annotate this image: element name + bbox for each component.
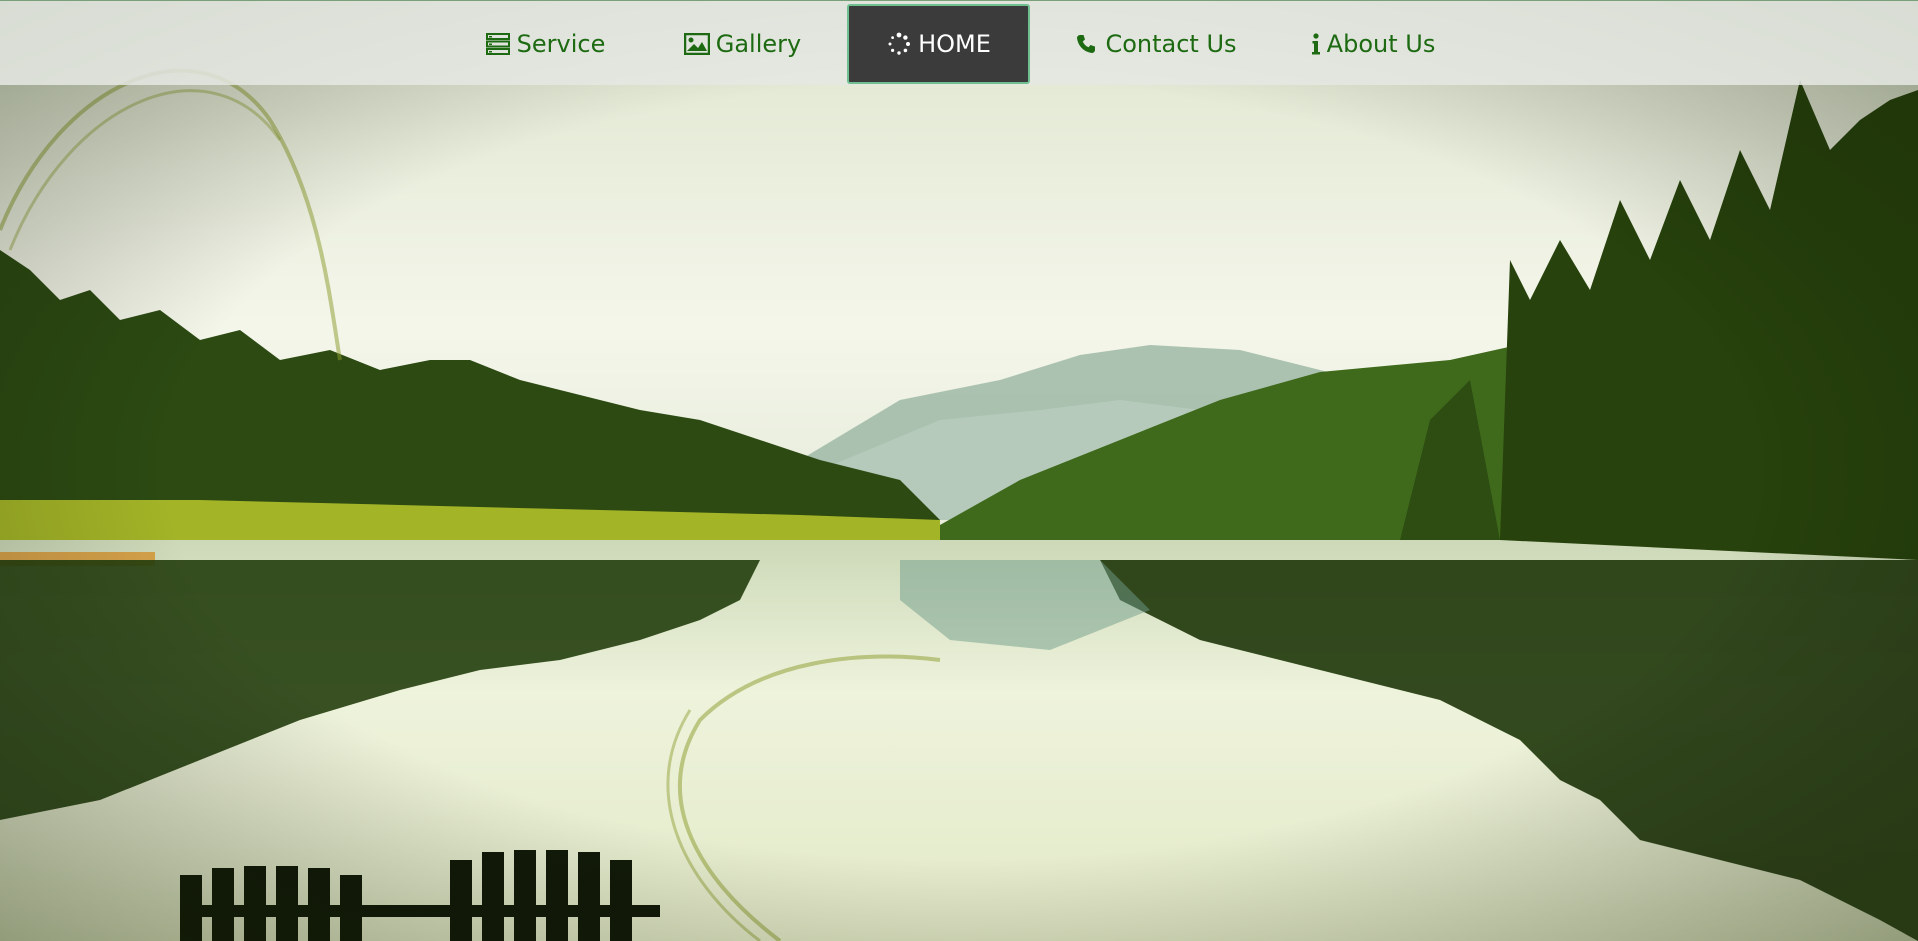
nav-item-home[interactable]: HOME [847,4,1030,84]
nav-item-gallery[interactable]: Gallery [670,4,815,84]
page: Service Gallery HOME Contact Us About Us [0,0,1918,941]
nav-item-label: HOME [918,30,991,58]
list-icon [485,31,511,57]
nav-item-label: Contact Us [1105,30,1237,58]
nav-item-contact-us[interactable]: Contact Us [1065,4,1245,84]
info-icon [1309,31,1323,57]
phone-icon [1073,31,1099,57]
background-landscape-image [0,0,1918,941]
nav-item-label: Gallery [715,30,802,58]
nav-item-label: About Us [1326,30,1436,58]
image-icon [683,31,710,57]
nav-item-about-us[interactable]: About Us [1302,4,1442,84]
spinner-icon [886,31,912,57]
nav-menu: Service Gallery HOME Contact Us About Us [0,1,1918,86]
nav-item-label: Service [516,30,606,58]
nav-item-service[interactable]: Service [470,4,620,84]
top-navigation-bar: Service Gallery HOME Contact Us About Us [0,0,1918,85]
